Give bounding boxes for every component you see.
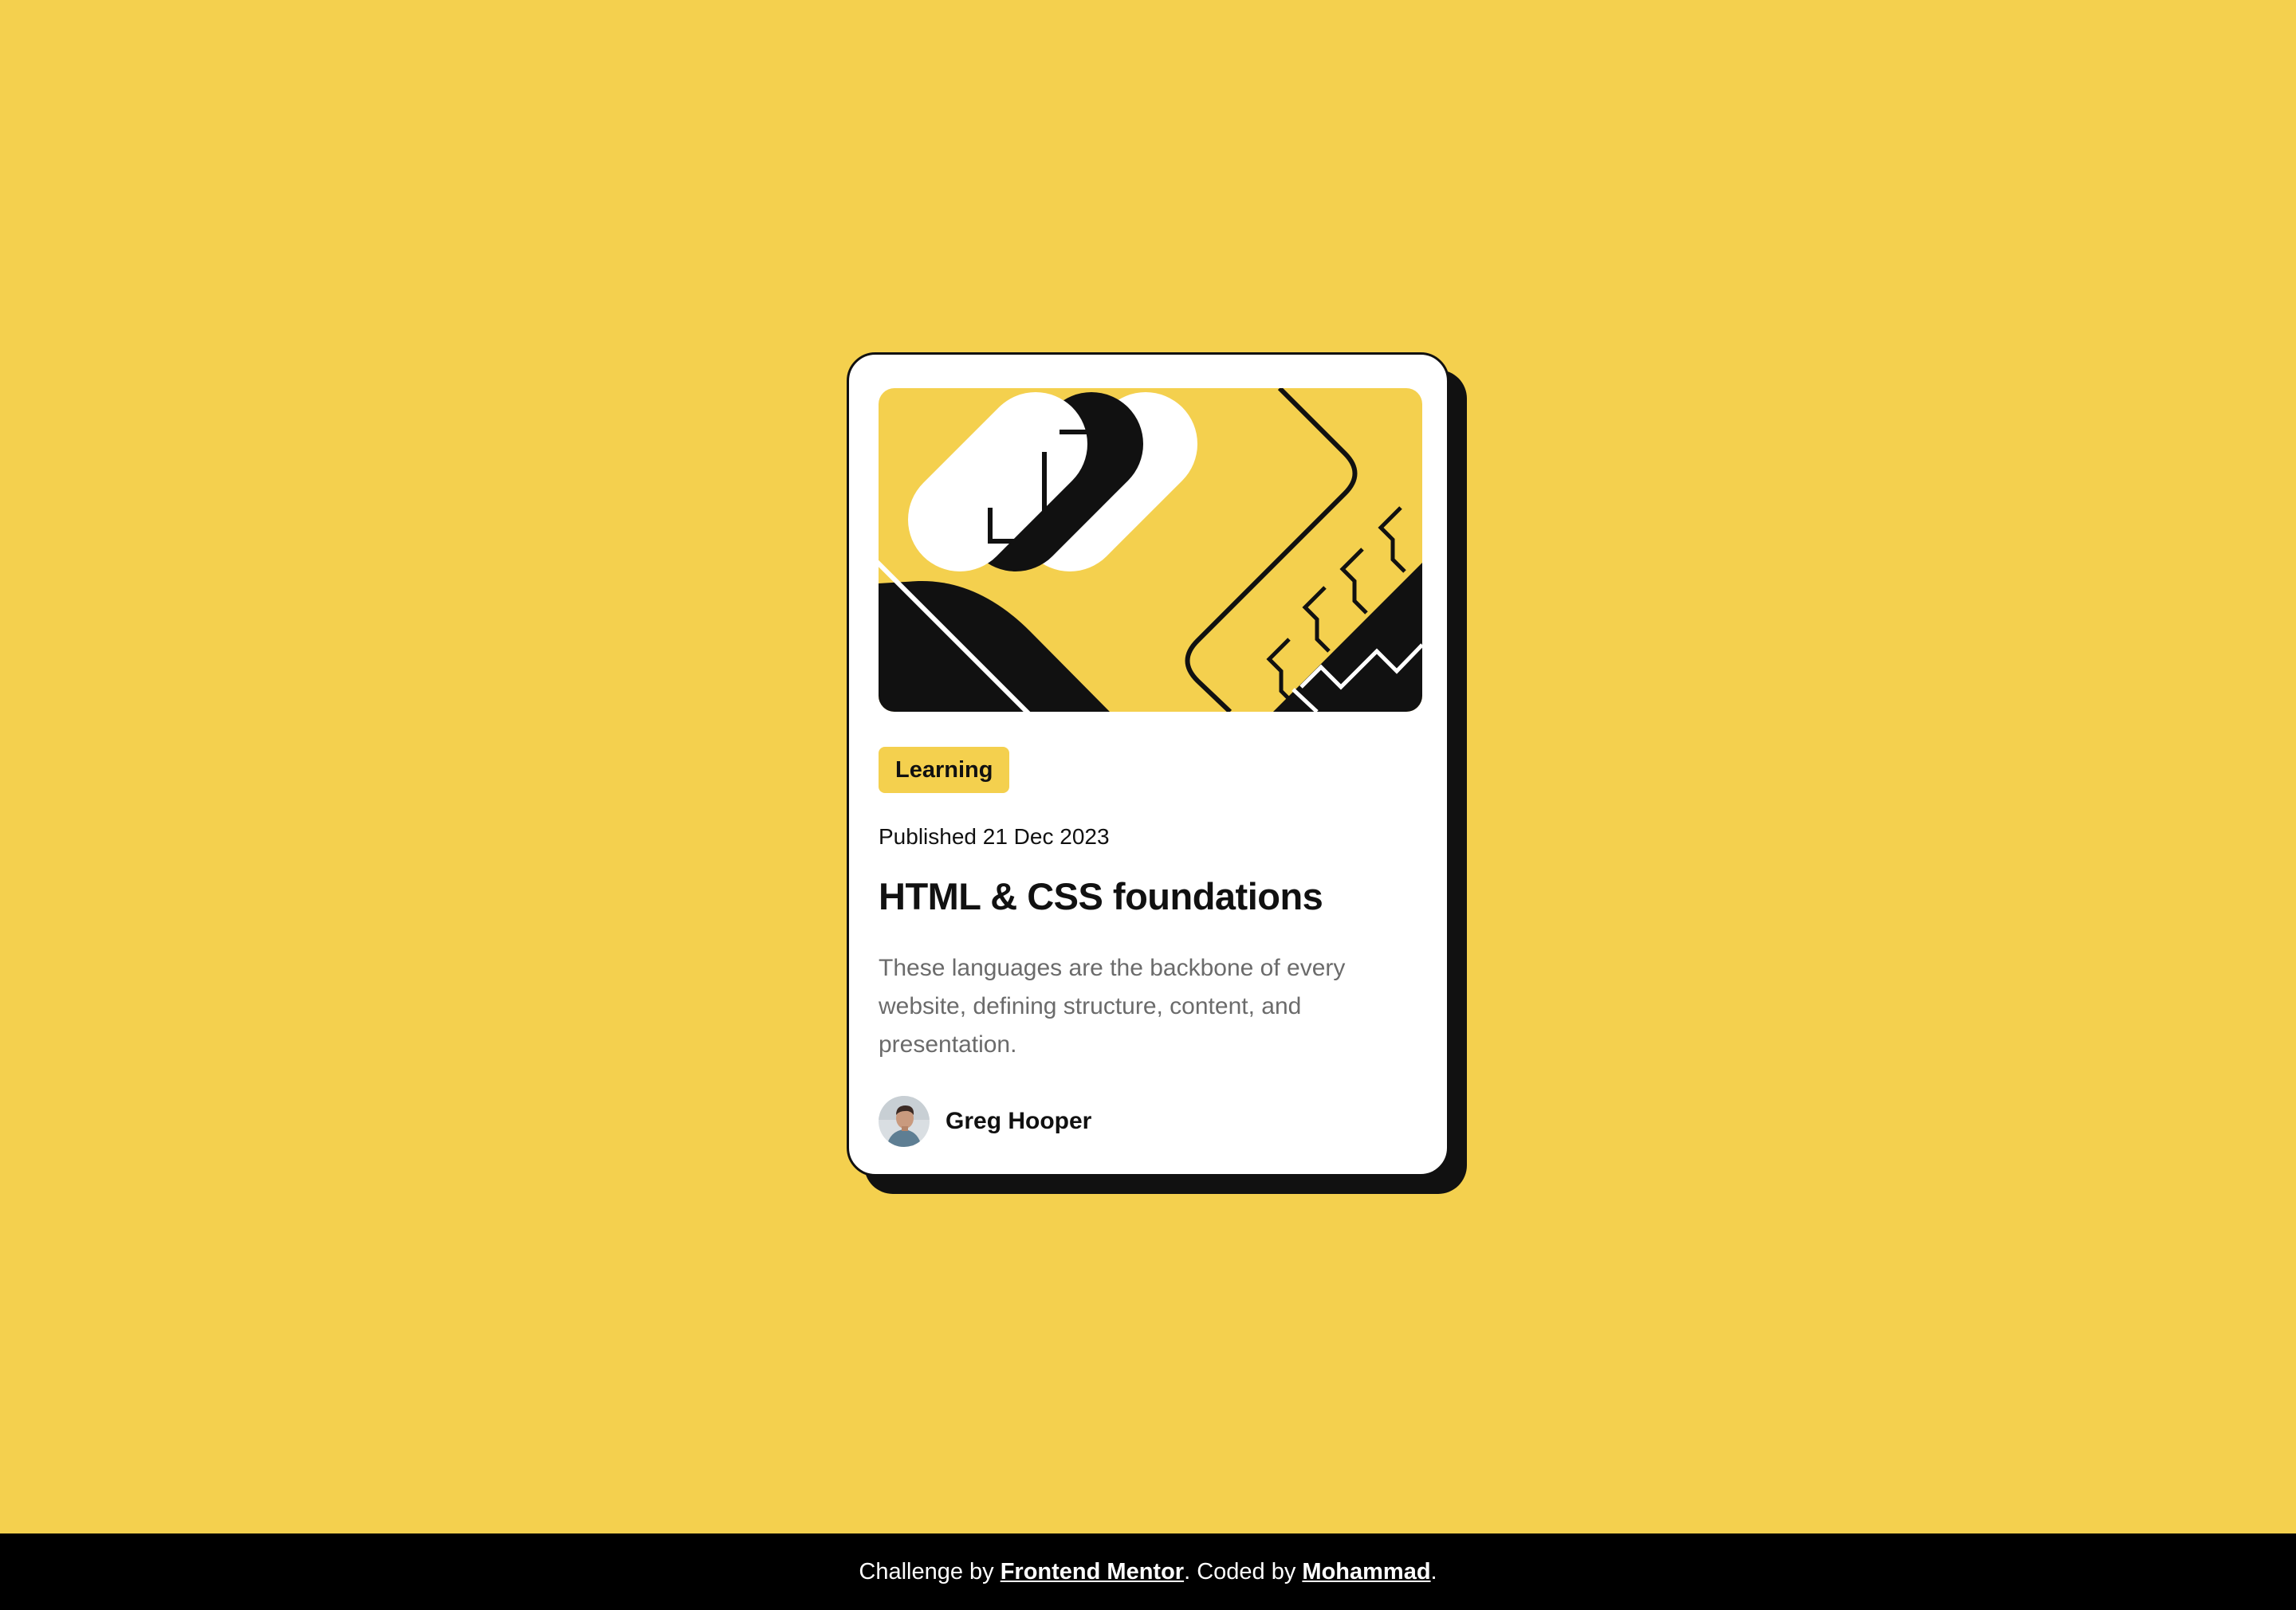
hero-illustration <box>879 388 1422 712</box>
author-name: Greg Hooper <box>946 1108 1092 1134</box>
attribution-middle: . Coded by <box>1184 1558 1303 1584</box>
card-title[interactable]: HTML & CSS foundations <box>879 874 1417 919</box>
author-avatar <box>879 1096 930 1147</box>
author-link[interactable]: Mohammad <box>1302 1559 1430 1585</box>
card-description: These languages are the backbone of ever… <box>879 955 1346 1058</box>
attribution-prefix: Challenge by <box>859 1558 1001 1584</box>
category-tag: Learning <box>879 747 1010 793</box>
author-row: Greg Hooper <box>879 1096 1417 1147</box>
frontend-mentor-link[interactable]: Frontend Mentor <box>1001 1559 1184 1585</box>
attribution-suffix: . <box>1430 1558 1437 1584</box>
blog-preview-card: Learning Published 21 Dec 2023 HTML & CS… <box>847 352 1449 1176</box>
published-date: Published 21 Dec 2023 <box>879 824 1110 849</box>
attribution-footer: Challenge by Frontend Mentor . Coded by … <box>0 1533 2296 1610</box>
